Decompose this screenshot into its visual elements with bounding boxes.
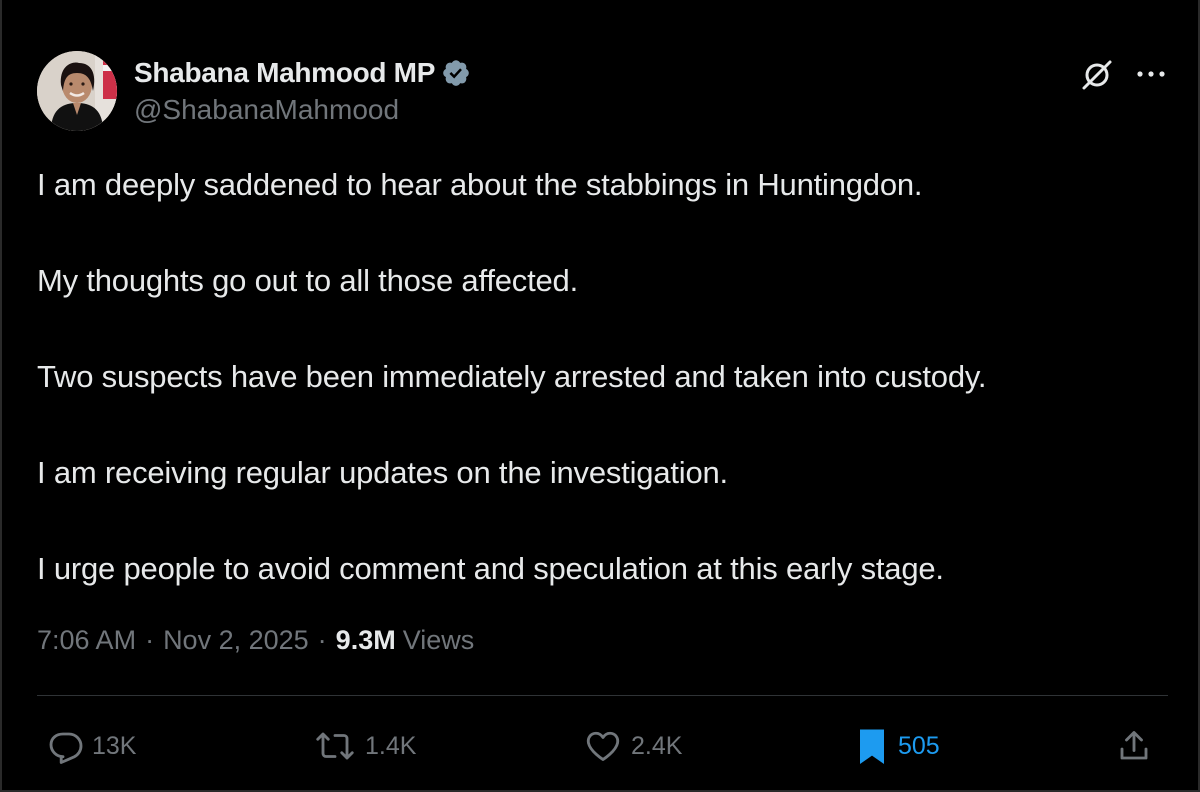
tweet-card: Shabana Mahmood MP @ShabanaMahmood I am …	[0, 0, 1200, 792]
tweet-paragraph: I am deeply saddened to hear about the s…	[37, 167, 923, 202]
author-display-name[interactable]: Shabana Mahmood MP	[134, 57, 435, 89]
author-handle[interactable]: @ShabanaMahmood	[134, 94, 399, 126]
reply-icon	[49, 732, 83, 764]
tweet-text: I am deeply saddened to hear about the s…	[37, 165, 1177, 645]
views-label: Views	[402, 625, 475, 655]
reply-count: 13K	[92, 731, 137, 760]
repost-button[interactable]: 1.4K	[313, 718, 416, 774]
tweet-paragraph: I am receiving regular updates on the in…	[37, 455, 728, 490]
author-name-row: Shabana Mahmood MP	[134, 56, 471, 90]
tweet-time[interactable]: 7:06 AM	[37, 625, 136, 656]
tweet-paragraph: My thoughts go out to all those affected…	[37, 263, 578, 298]
bookmark-count: 505	[898, 731, 940, 760]
more-icon[interactable]	[1134, 62, 1168, 86]
action-bar: 13K 1.4K 2.4K 505	[2, 718, 1200, 774]
tweet-paragraph: Two suspects have been immediately arres…	[37, 359, 987, 394]
grok-icon[interactable]	[1080, 58, 1114, 92]
share-button[interactable]	[1116, 718, 1152, 774]
divider	[37, 695, 1168, 696]
meta-separator: ·	[145, 625, 155, 655]
views-count: 9.3M	[335, 625, 396, 655]
bookmark-button[interactable]: 505	[854, 718, 940, 774]
avatar-photo-icon	[37, 51, 117, 131]
meta-separator: ·	[317, 625, 327, 655]
like-count: 2.4K	[631, 731, 683, 760]
tweet-paragraph: I urge people to avoid comment and specu…	[37, 551, 944, 586]
reply-button[interactable]: 13K	[48, 718, 136, 774]
avatar[interactable]	[37, 51, 117, 131]
repost-icon	[316, 732, 354, 760]
repost-count: 1.4K	[365, 731, 417, 760]
bookmark-icon	[860, 729, 884, 764]
like-button[interactable]: 2.4K	[583, 718, 682, 774]
share-icon	[1120, 731, 1148, 760]
verified-badge-icon[interactable]	[441, 58, 471, 88]
tweet-date[interactable]: Nov 2, 2025	[163, 625, 309, 656]
tweet-meta: 7:06 AM · Nov 2, 2025 · 9.3M Views	[37, 625, 474, 656]
heart-icon	[586, 731, 620, 761]
